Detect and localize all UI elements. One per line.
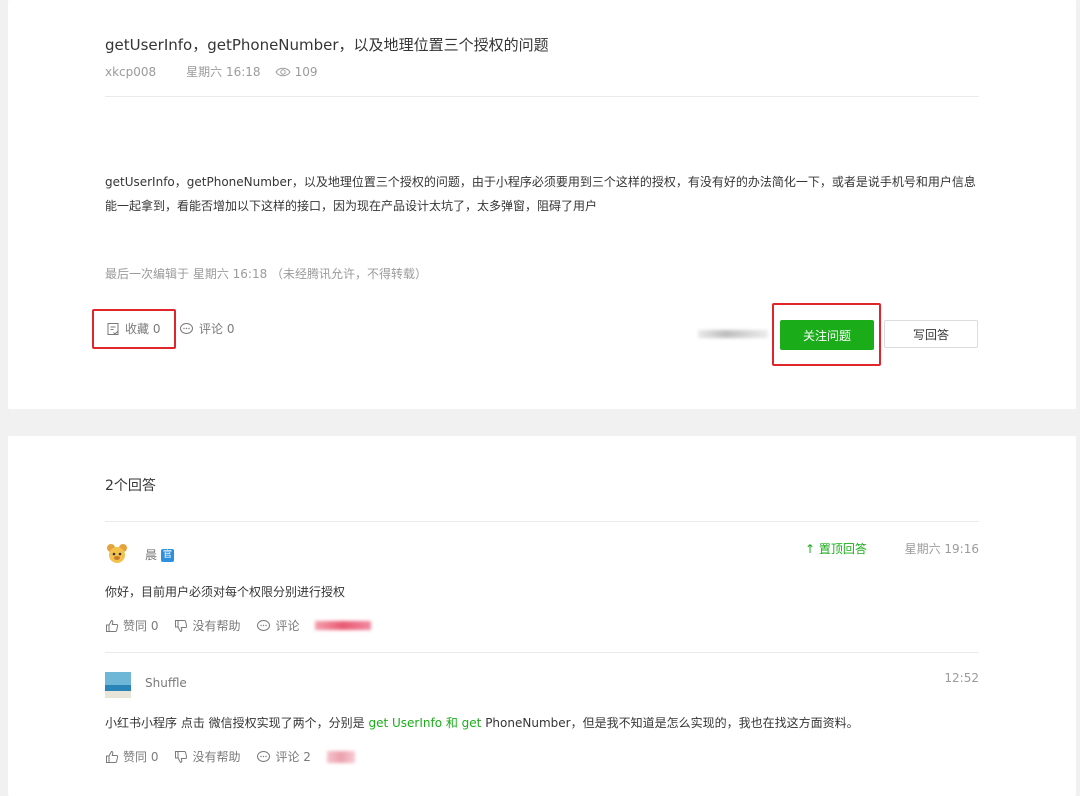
views-count: 109 bbox=[274, 64, 318, 79]
eye-icon bbox=[274, 67, 291, 76]
answer-author[interactable]: 晨官 bbox=[145, 546, 175, 563]
comment-icon bbox=[257, 750, 271, 762]
answer-author-name: 晨 bbox=[145, 548, 158, 562]
collect-label: 收藏 0 bbox=[125, 322, 161, 336]
comment-icon bbox=[257, 619, 271, 631]
comment-label: 评论 0 bbox=[199, 322, 235, 336]
answer-body-highlight: get UserInfo 和 get bbox=[368, 716, 482, 730]
collect-icon bbox=[107, 322, 119, 335]
avatar[interactable] bbox=[105, 672, 131, 698]
views-value: 109 bbox=[294, 64, 318, 79]
like-button[interactable]: 赞同 0 bbox=[105, 748, 158, 765]
answer-actions: 赞同 0 没有帮助 评论 2 bbox=[105, 748, 355, 765]
dislike-icon bbox=[175, 619, 188, 632]
pin-label: 置顶回答 bbox=[818, 542, 867, 556]
answer-comment-button[interactable]: 评论 bbox=[256, 617, 299, 634]
question-card: getUserInfo，getPhoneNumber，以及地理位置三个授权的问题… bbox=[8, 0, 1076, 409]
answers-divider bbox=[105, 521, 979, 522]
follow-question-button[interactable]: 关注问题 bbox=[780, 320, 874, 350]
answer-count: 2个回答 bbox=[105, 478, 156, 494]
like-icon bbox=[106, 750, 119, 763]
answer-body: 你好，目前用户必须对每个权限分别进行授权 bbox=[105, 585, 346, 599]
like-button[interactable]: 赞同 0 bbox=[105, 617, 158, 634]
pin-arrow-icon: ↑ bbox=[805, 542, 819, 556]
answers-card: 2个回答 晨官 ↑ 置顶回答 星期六 19:16 你好，目前用户必须对每个权限分… bbox=[8, 436, 1076, 796]
question-meta: xkcp008 星期六 16:18 109 bbox=[105, 63, 317, 80]
collect-button[interactable]: 收藏 0 bbox=[106, 320, 160, 337]
write-answer-button[interactable]: 写回答 bbox=[884, 320, 978, 348]
blurred-tag bbox=[315, 621, 372, 630]
unhelpful-button[interactable]: 没有帮助 bbox=[174, 617, 240, 634]
pinned-answer-label[interactable]: ↑ 置顶回答 bbox=[805, 540, 867, 557]
answer-body-text: PhoneNumber，但是我不知道是怎么实现的，我也在找这方面资料。 bbox=[481, 716, 859, 730]
official-badge: 官 bbox=[161, 549, 175, 562]
blurred-user-info bbox=[698, 330, 768, 338]
unhelpful-button[interactable]: 没有帮助 bbox=[174, 748, 240, 765]
answer-body: 小红书小程序 点击 微信授权实现了两个，分别是 get UserInfo 和 g… bbox=[105, 714, 859, 731]
answer-body-text: 小红书小程序 点击 微信授权实现了两个，分别是 bbox=[105, 716, 369, 730]
question-title: getUserInfo，getPhoneNumber，以及地理位置三个授权的问题 bbox=[105, 36, 549, 54]
unhelpful-label: 没有帮助 bbox=[192, 750, 241, 764]
question-body: getUserInfo，getPhoneNumber，以及地理位置三个授权的问题… bbox=[105, 175, 976, 213]
question-time: 星期六 16:18 bbox=[186, 65, 261, 79]
like-icon bbox=[106, 619, 119, 632]
dislike-icon bbox=[175, 750, 188, 763]
unhelpful-label: 没有帮助 bbox=[192, 619, 241, 633]
answer-author[interactable]: Shuffle bbox=[145, 676, 187, 690]
answer-divider bbox=[105, 652, 979, 653]
answer-comment-label: 评论 2 bbox=[275, 750, 311, 764]
answer-comment-button[interactable]: 评论 2 bbox=[256, 748, 311, 765]
blurred-tag bbox=[326, 750, 355, 763]
answer-time: 星期六 19:16 bbox=[904, 542, 979, 556]
question-author[interactable]: xkcp008 bbox=[105, 65, 156, 79]
comment-icon bbox=[180, 322, 193, 334]
like-label: 赞同 0 bbox=[123, 619, 159, 633]
answer-actions: 赞同 0 没有帮助 评论 bbox=[105, 617, 372, 634]
like-label: 赞同 0 bbox=[123, 750, 159, 764]
comment-button[interactable]: 评论 0 bbox=[179, 320, 234, 337]
answer-time: 12:52 bbox=[944, 671, 979, 685]
avatar[interactable] bbox=[105, 542, 129, 566]
title-divider bbox=[105, 96, 979, 97]
answer-comment-label: 评论 bbox=[275, 619, 300, 633]
edit-note: 最后一次编辑于 星期六 16:18 （未经腾讯允许，不得转载） bbox=[105, 267, 428, 281]
